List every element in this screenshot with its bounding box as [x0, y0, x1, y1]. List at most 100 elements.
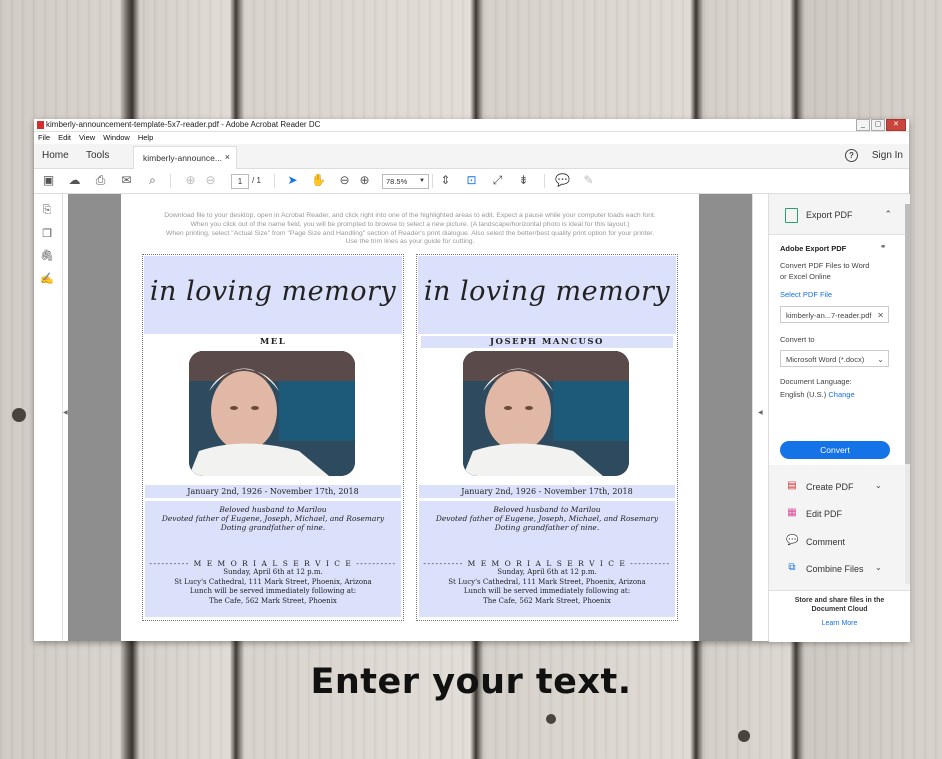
help-icon[interactable]: ? — [845, 149, 858, 162]
export-pdf-panel: Adobe Export PDF ⚭ Convert PDF Files to … — [769, 235, 910, 465]
page-number-input[interactable]: 1 — [231, 174, 249, 189]
collapse-left-arrow-icon[interactable]: ◀ — [63, 409, 68, 416]
tab-tools[interactable]: Tools — [86, 150, 109, 161]
document-canvas: Download file to your desktop, open in A… — [68, 194, 752, 641]
pen-icon[interactable]: ✎ — [581, 173, 596, 188]
wood-knot — [738, 730, 750, 742]
pages-icon[interactable]: ❐ — [40, 227, 54, 241]
toolbar-divider — [274, 174, 275, 188]
scrollbar-thumb[interactable] — [905, 204, 910, 464]
zoom-value: 78.5% — [386, 177, 408, 186]
upload-icon[interactable]: ☁ — [67, 173, 82, 188]
tribute-line: Beloved husband to Marilou — [493, 505, 601, 514]
save-icon[interactable]: ▣ — [41, 173, 56, 188]
menu-edit[interactable]: Edit — [58, 133, 71, 142]
zoom-select[interactable]: 78.5% ▼ — [382, 174, 429, 189]
portrait-photo[interactable] — [463, 351, 629, 476]
service-line: Sunday, April 6th at 12 p.m. — [497, 568, 597, 576]
print-icon[interactable]: ⎙ — [93, 173, 108, 188]
scroll-mode-icon[interactable]: ⇟ — [516, 173, 531, 188]
select-cursor-icon[interactable]: ➤ — [285, 173, 300, 188]
service-line: St Lucy's Cathedral, 111 Mark Street, Ph… — [448, 577, 646, 586]
menu-file[interactable]: File — [38, 133, 50, 142]
tool-label: Edit PDF — [806, 509, 843, 519]
tribute-area[interactable]: Beloved husband to Marilou Devoted fathe… — [419, 501, 675, 617]
edit-pdf-icon: ▦ — [787, 507, 797, 518]
chevron-up-icon[interactable]: ⌃ — [884, 209, 892, 220]
maximize-button[interactable]: ▢ — [871, 119, 885, 131]
search-icon[interactable]: ⌕ — [145, 173, 160, 188]
zoom-out-icon[interactable]: ⊖ — [337, 173, 352, 188]
acrobat-window: kimberly-announcement-template-5x7-reade… — [34, 119, 910, 642]
instruction-line: Download file to your desktop, open in A… — [164, 212, 656, 219]
export-pdf-label: Export PDF — [806, 210, 853, 220]
page-total: / 1 — [252, 176, 261, 185]
chevron-down-icon[interactable]: ⌄ — [875, 481, 882, 490]
learn-more-link[interactable]: Learn More — [769, 620, 910, 627]
fit-page-icon[interactable]: ⊡ — [464, 173, 479, 188]
service-heading: ---------- M E M O R I A L S E R V I C E… — [423, 559, 671, 568]
export-section-title: Adobe Export PDF — [780, 244, 847, 253]
menu-help[interactable]: Help — [138, 133, 153, 142]
change-language-link[interactable]: Change — [828, 390, 854, 399]
zoom-in-icon[interactable]: ⊕ — [357, 173, 372, 188]
tribute-line: Devoted father of Eugene, Joseph, Michae… — [435, 514, 659, 523]
export-pdf-icon — [785, 208, 798, 223]
tool-label: Combine Files — [806, 564, 864, 574]
export-pdf-header[interactable]: Export PDF ⌃ — [769, 194, 910, 235]
service-line: Lunch will be served immediately followi… — [189, 587, 357, 595]
tribute-line: Beloved husband to Marilou — [219, 505, 327, 514]
name-field[interactable]: JOSEPH MANCUSO — [421, 336, 673, 348]
fullscreen-icon[interactable]: ⤢ — [490, 173, 505, 188]
selected-file-field[interactable]: kimberly-an...7-reader.pdf ✕ — [780, 306, 889, 323]
convert-to-select[interactable]: Microsoft Word (*.docx) ⌄ — [780, 350, 889, 367]
name-field[interactable]: MEL — [147, 336, 399, 348]
link-icon[interactable]: ⚭ — [880, 242, 886, 253]
tool-combine-files[interactable]: ⧉ Combine Files ⌄ — [769, 556, 910, 582]
email-icon[interactable]: ✉ — [119, 173, 134, 188]
tribute-area[interactable]: Beloved husband to Marilou Devoted fathe… — [145, 501, 401, 617]
tool-create-pdf[interactable]: ▤ Create PDF ⌄ — [769, 474, 910, 500]
clear-file-icon[interactable]: ✕ — [877, 307, 884, 324]
service-line: Lunch will be served immediately followi… — [463, 587, 631, 595]
tab-home[interactable]: Home — [42, 150, 69, 161]
wood-knot — [12, 408, 26, 422]
minimize-button[interactable]: _ — [856, 119, 870, 131]
document-language-label: Document Language: — [780, 377, 852, 386]
window-title: kimberly-announcement-template-5x7-reade… — [46, 120, 321, 129]
chevron-down-icon[interactable]: ⌄ — [875, 563, 882, 572]
wood-knot — [546, 714, 556, 724]
card-heading: in loving memory — [149, 276, 397, 307]
comment-icon[interactable]: 💬 — [555, 173, 570, 188]
tool-edit-pdf[interactable]: ▦ Edit PDF — [769, 501, 910, 527]
tool-comment[interactable]: 💬 Comment — [769, 529, 910, 555]
next-page-icon[interactable]: ⊖ — [203, 173, 218, 188]
select-pdf-file-link[interactable]: Select PDF File — [780, 290, 832, 301]
panel-scrollbar[interactable] — [905, 204, 910, 584]
portrait-photo[interactable] — [189, 351, 355, 476]
window-controls: _ ▢ ✕ — [856, 119, 906, 131]
date-field[interactable]: January 2nd, 1926 - November 17th, 2018 — [145, 485, 401, 498]
bookmark-edit-icon[interactable]: ⎘ — [40, 204, 54, 218]
convert-button[interactable]: Convert — [780, 441, 890, 459]
attachment-icon[interactable]: 🖇 — [40, 249, 54, 263]
hand-icon[interactable]: ✋ — [311, 173, 326, 188]
prev-page-icon[interactable]: ⊕ — [183, 173, 198, 188]
fit-width-icon[interactable]: ⇕ — [438, 173, 453, 188]
sign-in-link[interactable]: Sign In — [872, 150, 903, 161]
menu-view[interactable]: View — [79, 133, 95, 142]
comment-icon: 💬 — [786, 535, 799, 546]
date-field[interactable]: January 2nd, 1926 - November 17th, 2018 — [419, 485, 675, 498]
document-language-row: English (U.S.) Change — [780, 390, 855, 401]
service-line: The Cafe, 562 Mark Street, Phoenix — [483, 596, 611, 605]
menu-window[interactable]: Window — [103, 133, 130, 142]
close-tab-icon[interactable]: × — [225, 152, 230, 162]
service-heading: ---------- M E M O R I A L S E R V I C E… — [149, 559, 397, 568]
toolbar-divider — [544, 174, 545, 188]
toolbar: ▣ ☁ ⎙ ✉ ⌕ ⊕ ⊖ 1 / 1 ➤ ✋ ⊖ ⊕ 78.5% ▼ ⇕ ⊡ … — [34, 169, 909, 194]
signature-icon[interactable]: ✍ — [40, 272, 54, 286]
collapse-right-arrow-icon[interactable]: ◀ — [758, 409, 763, 416]
tab-document[interactable]: kimberly-announce... × — [133, 146, 237, 169]
close-window-button[interactable]: ✕ — [886, 119, 906, 131]
combine-files-icon: ⧉ — [788, 562, 796, 573]
